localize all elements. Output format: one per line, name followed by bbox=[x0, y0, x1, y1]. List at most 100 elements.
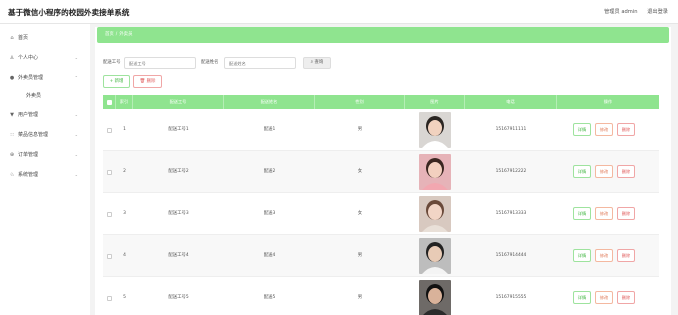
detail-button[interactable]: 详情 bbox=[573, 207, 591, 220]
select-all-checkbox[interactable] bbox=[106, 99, 112, 105]
delete-button[interactable]: 删除 bbox=[617, 165, 635, 178]
header-operations: 操作 bbox=[603, 99, 613, 104]
table-row: 5 配送工号5 配送5 男 15167915555 详情 修改 删除 bbox=[103, 277, 659, 315]
cell-gender: 男 bbox=[357, 295, 363, 300]
sidebar-item-label: 菜品信息管理 bbox=[18, 132, 49, 138]
cell-index: 3 bbox=[123, 211, 126, 216]
header-select-all bbox=[103, 95, 116, 109]
courier-table: 索引 配送工号 配送姓名 性别 图片 电话 操作 1 配送工号1 配送1 男 15167… bbox=[103, 95, 659, 315]
table-row: 1 配送工号1 配送1 男 15167911111 详情 修改 删除 bbox=[103, 109, 659, 151]
header-number: 配送工号 bbox=[133, 95, 224, 109]
detail-button[interactable]: 详情 bbox=[573, 165, 591, 178]
sidebar-item-label: 用户管理 bbox=[18, 112, 39, 118]
header-name: 配送姓名 bbox=[224, 95, 315, 109]
edit-button[interactable]: 修改 bbox=[595, 291, 613, 304]
edit-button[interactable]: 修改 bbox=[595, 165, 613, 178]
delete-button[interactable]: 删除 bbox=[617, 123, 635, 136]
row-checkbox[interactable] bbox=[106, 295, 112, 301]
bulk-delete-button[interactable]: 🗑 删除 bbox=[133, 75, 162, 88]
add-button[interactable]: + 新增 bbox=[103, 75, 130, 88]
sidebar-item-label: 外卖员管理 bbox=[18, 75, 44, 81]
search-input-name[interactable] bbox=[224, 57, 296, 69]
cell-name: 配送3 bbox=[263, 211, 276, 216]
sidebar-item-users[interactable]: ▼ 用户管理 ⌄ bbox=[0, 105, 90, 125]
chevron-down-icon: ⌄ bbox=[74, 132, 78, 137]
sidebar-item-label: 系统管理 bbox=[18, 172, 39, 178]
table-header: 索引 配送工号 配送姓名 性别 图片 电话 操作 bbox=[103, 95, 659, 109]
cell-phone: 15167914444 bbox=[495, 253, 527, 258]
sidebar-item-courier-management[interactable]: ● 外卖员管理 ⌃ bbox=[0, 68, 90, 88]
cell-phone: 15167913333 bbox=[495, 211, 527, 216]
cell-gender: 女 bbox=[357, 211, 363, 216]
cell-gender: 男 bbox=[357, 253, 363, 258]
sidebar-item-label: 个人中心 bbox=[18, 55, 39, 61]
cell-phone: 15167915555 bbox=[495, 295, 527, 300]
cell-phone: 15167911111 bbox=[495, 127, 527, 132]
sidebar-item-system[interactable]: ♘ 系统管理 ⌄ bbox=[0, 165, 90, 185]
row-checkbox[interactable] bbox=[106, 127, 112, 133]
row-checkbox[interactable] bbox=[106, 253, 112, 259]
sidebar-item-label: 订单管理 bbox=[18, 152, 39, 158]
breadcrumb-current: 外卖员 bbox=[119, 32, 133, 37]
detail-button[interactable]: 详情 bbox=[573, 291, 591, 304]
row-checkbox[interactable] bbox=[106, 211, 112, 217]
courier-photo bbox=[419, 154, 451, 190]
table-row: 4 配送工号4 配送4 男 15167914444 详情 修改 删除 bbox=[103, 235, 659, 277]
cell-name: 配送2 bbox=[263, 169, 276, 174]
field-label-name: 配送姓名 bbox=[201, 60, 219, 65]
edit-button[interactable]: 修改 bbox=[595, 207, 613, 220]
edit-button[interactable]: 修改 bbox=[595, 123, 613, 136]
user-area: 管理员 admin 退出登录 bbox=[596, 8, 668, 15]
cell-number: 配送工号2 bbox=[168, 169, 189, 174]
top-bar: 基于微信小程序的校园外卖接单系统 管理员 admin 退出登录 bbox=[0, 0, 678, 24]
breadcrumb-home[interactable]: 首页 bbox=[105, 32, 114, 37]
breadcrumb: 首页 / 外卖员 bbox=[97, 27, 669, 43]
courier-photo bbox=[419, 196, 451, 232]
breadcrumb-separator: / bbox=[115, 32, 118, 37]
home-icon: ⌂ bbox=[10, 35, 14, 41]
sidebar-item-profile[interactable]: ♙ 个人中心 ⌄ bbox=[0, 48, 90, 68]
sidebar-item-label: 首页 bbox=[18, 35, 29, 41]
sidebar-item-dishes[interactable]: ∷ 菜品信息管理 ⌄ bbox=[0, 125, 90, 145]
table-row: 3 配送工号3 配送3 女 15167913333 详情 修改 删除 bbox=[103, 193, 659, 235]
row-select-cell bbox=[103, 235, 116, 277]
cell-gender: 男 bbox=[357, 127, 363, 132]
sidebar: ⌂ 首页 ♙ 个人中心 ⌄ ● 外卖员管理 ⌃ 外卖员 ▼ 用户管理 ⌄ ∷ 菜… bbox=[0, 24, 90, 315]
sidebar-item-orders[interactable]: ⊕ 订单管理 ⌄ bbox=[0, 145, 90, 165]
cell-number: 配送工号1 bbox=[168, 127, 189, 132]
row-checkbox[interactable] bbox=[106, 169, 112, 175]
search-button[interactable]: ⌕ 查询 bbox=[303, 57, 331, 69]
row-select-cell bbox=[103, 109, 116, 151]
trash-icon: 🗑 bbox=[139, 79, 146, 84]
chevron-down-icon: ⌄ bbox=[74, 152, 78, 157]
sidebar-item-home[interactable]: ⌂ 首页 bbox=[0, 28, 90, 48]
edit-button[interactable]: 修改 bbox=[595, 249, 613, 262]
detail-button[interactable]: 详情 bbox=[573, 123, 591, 136]
row-select-cell bbox=[103, 193, 116, 235]
cell-name: 配送5 bbox=[263, 295, 276, 300]
chevron-down-icon: ⌄ bbox=[74, 172, 78, 177]
app-title: 基于微信小程序的校园外卖接单系统 bbox=[8, 8, 130, 17]
courier-photo bbox=[419, 280, 451, 315]
header-gender: 性别 bbox=[315, 95, 405, 109]
system-icon: ♘ bbox=[9, 172, 15, 178]
cell-number: 配送工号3 bbox=[168, 211, 189, 216]
search-icon: ⌕ bbox=[310, 60, 314, 65]
row-select-cell bbox=[103, 151, 116, 193]
logout-link[interactable]: 退出登录 bbox=[647, 9, 668, 15]
field-label-number: 配送工号 bbox=[103, 60, 121, 65]
search-input-number[interactable] bbox=[124, 57, 196, 69]
detail-button[interactable]: 详情 bbox=[573, 249, 591, 262]
row-select-cell bbox=[103, 277, 116, 315]
delete-button[interactable]: 删除 bbox=[617, 207, 635, 220]
cell-name: 配送4 bbox=[263, 253, 276, 258]
chevron-down-icon: ⌄ bbox=[74, 55, 78, 60]
delete-button[interactable]: 删除 bbox=[617, 291, 635, 304]
current-user: 管理员 admin bbox=[604, 9, 638, 15]
header-phone: 电话 bbox=[465, 95, 557, 109]
bulk-delete-label: 删除 bbox=[146, 79, 156, 84]
sidebar-subitem-courier[interactable]: 外卖员 bbox=[0, 88, 90, 105]
cell-index: 1 bbox=[123, 127, 126, 132]
cell-name: 配送1 bbox=[263, 127, 276, 132]
delete-button[interactable]: 删除 bbox=[617, 249, 635, 262]
